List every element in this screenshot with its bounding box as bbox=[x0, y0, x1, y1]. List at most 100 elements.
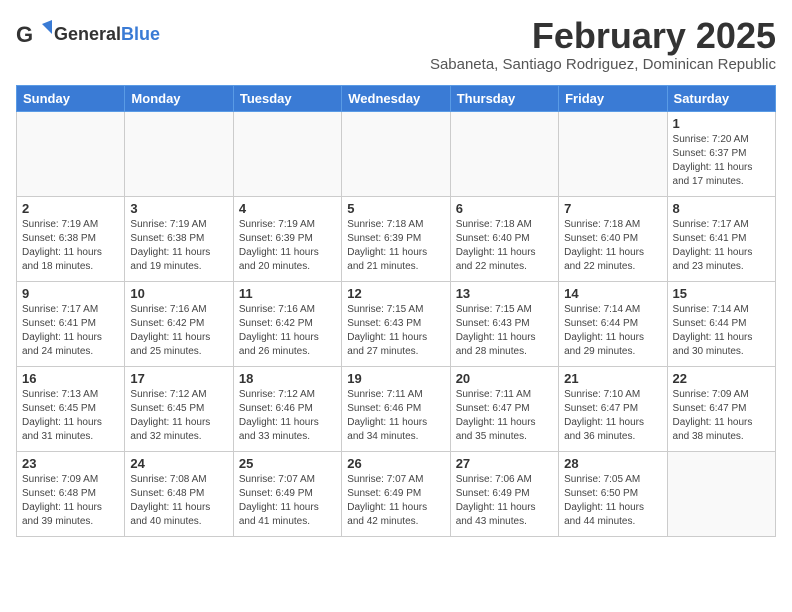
day-info: Sunrise: 7:11 AM Sunset: 6:46 PM Dayligh… bbox=[347, 388, 444, 444]
logo-blue: Blue bbox=[121, 24, 160, 44]
day-info: Sunrise: 7:18 AM Sunset: 6:40 PM Dayligh… bbox=[456, 218, 553, 274]
day-info: Sunrise: 7:15 AM Sunset: 6:43 PM Dayligh… bbox=[456, 303, 553, 359]
header: G GeneralBlue February 2025 Sabaneta, Sa… bbox=[16, 16, 776, 81]
day-info: Sunrise: 7:08 AM Sunset: 6:48 PM Dayligh… bbox=[130, 473, 227, 529]
logo: G GeneralBlue bbox=[16, 16, 160, 52]
week-row-2: 2 Sunrise: 7:19 AM Sunset: 6:38 PM Daylig… bbox=[17, 196, 776, 281]
calendar-cell: 10Sunrise: 7:16 AM Sunset: 6:42 PM Dayli… bbox=[125, 281, 233, 366]
calendar-cell: 6 Sunrise: 7:18 AM Sunset: 6:40 PM Daylig… bbox=[450, 196, 558, 281]
calendar-cell: 15 Sunrise: 7:14 AM Sunset: 6:44 PM Dayli… bbox=[667, 281, 775, 366]
header-saturday: Saturday bbox=[667, 85, 775, 111]
day-number: 19 bbox=[347, 371, 444, 386]
day-number: 15 bbox=[673, 286, 770, 301]
header-monday: Monday bbox=[125, 85, 233, 111]
day-number: 18 bbox=[239, 371, 336, 386]
calendar-cell: 20 Sunrise: 7:11 AM Sunset: 6:47 PM Dayli… bbox=[450, 366, 558, 451]
day-info: Sunrise: 7:09 AM Sunset: 6:48 PM Dayligh… bbox=[22, 473, 119, 529]
day-info: Sunrise: 7:11 AM Sunset: 6:47 PM Dayligh… bbox=[456, 388, 553, 444]
calendar-cell: 1Sunrise: 7:20 AM Sunset: 6:37 PM Daylig… bbox=[667, 111, 775, 196]
calendar-cell bbox=[450, 111, 558, 196]
calendar-cell: 22 Sunrise: 7:09 AM Sunset: 6:47 PM Dayli… bbox=[667, 366, 775, 451]
day-number: 8 bbox=[673, 201, 770, 216]
calendar-cell: 25 Sunrise: 7:07 AM Sunset: 6:49 PM Dayli… bbox=[233, 451, 341, 536]
day-info: Sunrise: 7:17 AM Sunset: 6:41 PM Dayligh… bbox=[22, 303, 119, 359]
calendar-cell: 4 Sunrise: 7:19 AM Sunset: 6:39 PM Daylig… bbox=[233, 196, 341, 281]
day-info: Sunrise: 7:12 AM Sunset: 6:46 PM Dayligh… bbox=[239, 388, 336, 444]
day-info: Sunrise: 7:09 AM Sunset: 6:47 PM Dayligh… bbox=[673, 388, 770, 444]
day-info: Sunrise: 7:20 AM Sunset: 6:37 PM Dayligh… bbox=[673, 133, 770, 189]
day-number: 2 bbox=[22, 201, 119, 216]
calendar-cell: 11 Sunrise: 7:16 AM Sunset: 6:42 PM Dayli… bbox=[233, 281, 341, 366]
day-info: Sunrise: 7:18 AM Sunset: 6:39 PM Dayligh… bbox=[347, 218, 444, 274]
week-row-4: 16 Sunrise: 7:13 AM Sunset: 6:45 PM Dayli… bbox=[17, 366, 776, 451]
calendar-cell: 28Sunrise: 7:05 AM Sunset: 6:50 PM Dayli… bbox=[559, 451, 667, 536]
calendar-cell: 24 Sunrise: 7:08 AM Sunset: 6:48 PM Dayli… bbox=[125, 451, 233, 536]
calendar-cell: 2 Sunrise: 7:19 AM Sunset: 6:38 PM Daylig… bbox=[17, 196, 125, 281]
calendar-cell: 14Sunrise: 7:14 AM Sunset: 6:44 PM Dayli… bbox=[559, 281, 667, 366]
day-number: 22 bbox=[673, 371, 770, 386]
day-number: 13 bbox=[456, 286, 553, 301]
day-number: 27 bbox=[456, 456, 553, 471]
calendar-cell: 12 Sunrise: 7:15 AM Sunset: 6:43 PM Dayli… bbox=[342, 281, 450, 366]
day-info: Sunrise: 7:18 AM Sunset: 6:40 PM Dayligh… bbox=[564, 218, 661, 274]
calendar-cell bbox=[233, 111, 341, 196]
header-wednesday: Wednesday bbox=[342, 85, 450, 111]
day-info: Sunrise: 7:15 AM Sunset: 6:43 PM Dayligh… bbox=[347, 303, 444, 359]
day-number: 17 bbox=[130, 371, 227, 386]
day-info: Sunrise: 7:19 AM Sunset: 6:39 PM Dayligh… bbox=[239, 218, 336, 274]
calendar-cell bbox=[667, 451, 775, 536]
day-info: Sunrise: 7:10 AM Sunset: 6:47 PM Dayligh… bbox=[564, 388, 661, 444]
calendar-cell: 8 Sunrise: 7:17 AM Sunset: 6:41 PM Daylig… bbox=[667, 196, 775, 281]
calendar-cell: 23Sunrise: 7:09 AM Sunset: 6:48 PM Dayli… bbox=[17, 451, 125, 536]
calendar-cell bbox=[342, 111, 450, 196]
day-info: Sunrise: 7:16 AM Sunset: 6:42 PM Dayligh… bbox=[239, 303, 336, 359]
week-row-1: 1Sunrise: 7:20 AM Sunset: 6:37 PM Daylig… bbox=[17, 111, 776, 196]
location: Sabaneta, Santiago Rodriguez, Dominican … bbox=[430, 56, 776, 73]
calendar-cell: 19 Sunrise: 7:11 AM Sunset: 6:46 PM Dayli… bbox=[342, 366, 450, 451]
header-friday: Friday bbox=[559, 85, 667, 111]
calendar-cell: 13 Sunrise: 7:15 AM Sunset: 6:43 PM Dayli… bbox=[450, 281, 558, 366]
day-info: Sunrise: 7:14 AM Sunset: 6:44 PM Dayligh… bbox=[564, 303, 661, 359]
day-info: Sunrise: 7:17 AM Sunset: 6:41 PM Dayligh… bbox=[673, 218, 770, 274]
calendar-cell: 27Sunrise: 7:06 AM Sunset: 6:49 PM Dayli… bbox=[450, 451, 558, 536]
logo-general: General bbox=[54, 24, 121, 44]
calendar-cell bbox=[559, 111, 667, 196]
day-info: Sunrise: 7:16 AM Sunset: 6:42 PM Dayligh… bbox=[130, 303, 227, 359]
day-number: 3 bbox=[130, 201, 227, 216]
svg-text:G: G bbox=[16, 22, 33, 47]
day-info: Sunrise: 7:19 AM Sunset: 6:38 PM Dayligh… bbox=[130, 218, 227, 274]
calendar-cell: 26Sunrise: 7:07 AM Sunset: 6:49 PM Dayli… bbox=[342, 451, 450, 536]
calendar-header-row: Sunday Monday Tuesday Wednesday Thursday… bbox=[17, 85, 776, 111]
day-number: 20 bbox=[456, 371, 553, 386]
calendar-table: Sunday Monday Tuesday Wednesday Thursday… bbox=[16, 85, 776, 537]
day-number: 7 bbox=[564, 201, 661, 216]
calendar-cell: 21Sunrise: 7:10 AM Sunset: 6:47 PM Dayli… bbox=[559, 366, 667, 451]
page: G GeneralBlue February 2025 Sabaneta, Sa… bbox=[0, 0, 792, 553]
calendar-cell: 7 Sunrise: 7:18 AM Sunset: 6:40 PM Daylig… bbox=[559, 196, 667, 281]
day-number: 6 bbox=[456, 201, 553, 216]
day-number: 25 bbox=[239, 456, 336, 471]
calendar-cell: 18 Sunrise: 7:12 AM Sunset: 6:46 PM Dayli… bbox=[233, 366, 341, 451]
day-number: 11 bbox=[239, 286, 336, 301]
header-sunday: Sunday bbox=[17, 85, 125, 111]
day-info: Sunrise: 7:14 AM Sunset: 6:44 PM Dayligh… bbox=[673, 303, 770, 359]
day-number: 4 bbox=[239, 201, 336, 216]
day-info: Sunrise: 7:07 AM Sunset: 6:49 PM Dayligh… bbox=[239, 473, 336, 529]
calendar-cell: 3 Sunrise: 7:19 AM Sunset: 6:38 PM Daylig… bbox=[125, 196, 233, 281]
day-number: 5 bbox=[347, 201, 444, 216]
calendar-cell bbox=[125, 111, 233, 196]
header-tuesday: Tuesday bbox=[233, 85, 341, 111]
day-info: Sunrise: 7:19 AM Sunset: 6:38 PM Dayligh… bbox=[22, 218, 119, 274]
day-number: 16 bbox=[22, 371, 119, 386]
week-row-5: 23Sunrise: 7:09 AM Sunset: 6:48 PM Dayli… bbox=[17, 451, 776, 536]
calendar-cell: 16 Sunrise: 7:13 AM Sunset: 6:45 PM Dayli… bbox=[17, 366, 125, 451]
day-info: Sunrise: 7:12 AM Sunset: 6:45 PM Dayligh… bbox=[130, 388, 227, 444]
month-title: February 2025 bbox=[430, 16, 776, 56]
day-info: Sunrise: 7:13 AM Sunset: 6:45 PM Dayligh… bbox=[22, 388, 119, 444]
week-row-3: 9Sunrise: 7:17 AM Sunset: 6:41 PM Daylig… bbox=[17, 281, 776, 366]
calendar-cell: 9Sunrise: 7:17 AM Sunset: 6:41 PM Daylig… bbox=[17, 281, 125, 366]
day-number: 26 bbox=[347, 456, 444, 471]
header-thursday: Thursday bbox=[450, 85, 558, 111]
day-number: 24 bbox=[130, 456, 227, 471]
day-number: 12 bbox=[347, 286, 444, 301]
